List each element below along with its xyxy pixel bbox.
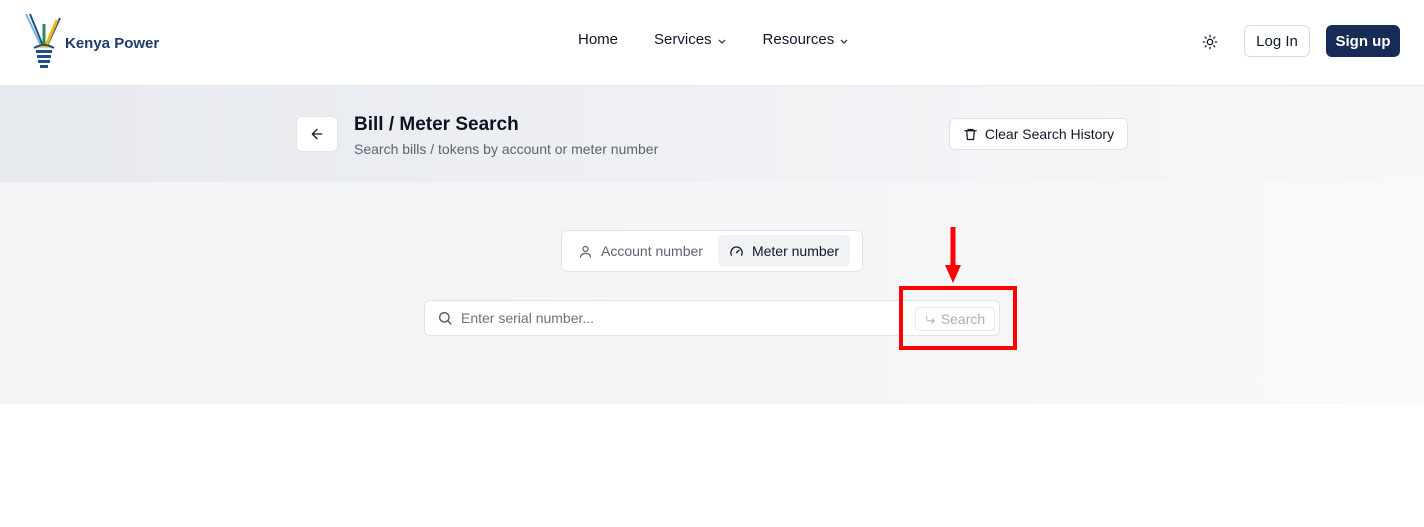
- gauge-icon: [730, 245, 743, 256]
- tab-meter-number[interactable]: Meter number: [717, 235, 851, 267]
- arrow-left-icon: [311, 128, 323, 140]
- trash-icon: [964, 128, 977, 140]
- main-nav: Home Services Resources: [578, 31, 849, 48]
- logo-mark-icon: [25, 13, 61, 68]
- back-button[interactable]: [296, 116, 338, 152]
- signup-button[interactable]: Sign up: [1326, 25, 1400, 57]
- brand-name: Kenya Power: [65, 35, 160, 52]
- nav-services[interactable]: Services: [654, 31, 727, 48]
- nav-resources-label: Resources: [762, 31, 835, 48]
- login-button[interactable]: Log In: [1244, 25, 1310, 57]
- nav-resources[interactable]: Resources: [763, 31, 850, 48]
- chevron-down-icon: [718, 39, 726, 44]
- tab-account-number[interactable]: Account number: [567, 235, 714, 267]
- nav-services-label: Services: [654, 31, 712, 48]
- clear-search-history-label: Clear Search History: [984, 126, 1115, 142]
- page-header: Bill / Meter Search Search bills / token…: [0, 86, 1424, 182]
- theme-toggle-button[interactable]: [1196, 28, 1224, 56]
- tab-account-number-label: Account number: [601, 243, 703, 259]
- search-section: Account number Meter number Search: [0, 182, 1424, 404]
- chevron-down-icon: [840, 39, 848, 44]
- clear-search-history-button[interactable]: Clear Search History: [949, 118, 1128, 150]
- sun-icon: [1202, 34, 1218, 50]
- page-subtitle: Search bills / tokens by account or mete…: [354, 141, 659, 157]
- user-icon: [579, 245, 592, 258]
- search-icon: [439, 312, 452, 325]
- top-navbar: Kenya Power Home Services Resources Log …: [0, 0, 1424, 86]
- search-type-tabs: Account number Meter number: [561, 230, 863, 272]
- nav-home[interactable]: Home: [578, 31, 618, 48]
- annotation-arrow: [945, 227, 961, 283]
- nav-home-label: Home: [578, 31, 619, 48]
- page-title: Bill / Meter Search: [354, 114, 519, 135]
- tab-meter-number-label: Meter number: [751, 243, 840, 259]
- serial-number-input[interactable]: [461, 302, 911, 334]
- annotation-highlight-box: [899, 286, 1017, 350]
- kenya-power-logo[interactable]: Kenya Power: [24, 12, 159, 70]
